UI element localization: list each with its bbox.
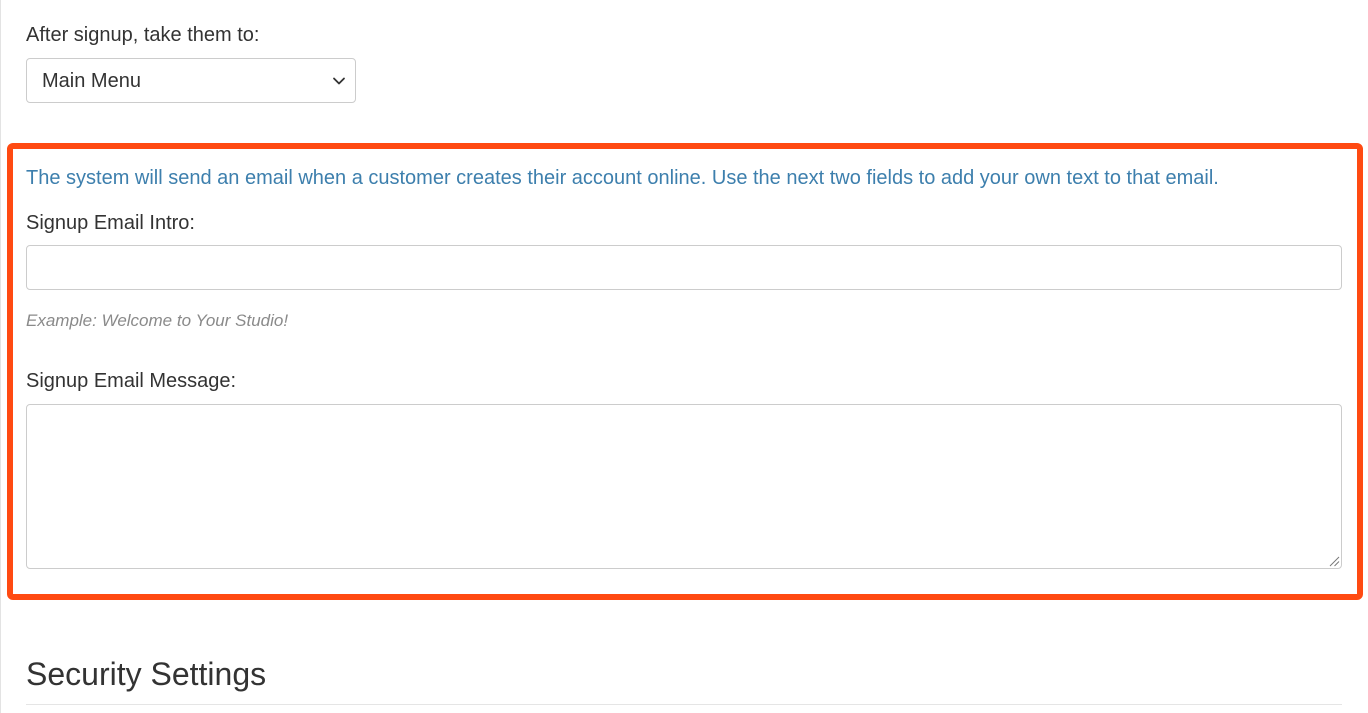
after-signup-selected-value: Main Menu	[42, 70, 141, 92]
signup-email-intro-help: Example: Welcome to Your Studio!	[26, 311, 289, 330]
signup-email-message-textarea[interactable]	[26, 404, 1342, 569]
resize-handle-icon[interactable]	[1327, 554, 1340, 567]
settings-page: After signup, take them to: Main Menu Th…	[0, 0, 1368, 713]
security-settings-heading: Security Settings	[26, 656, 267, 692]
signup-email-info-text: The system will send an email when a cus…	[26, 167, 1219, 189]
chevron-down-icon	[333, 77, 345, 85]
signup-email-intro-input[interactable]	[26, 245, 1342, 290]
after-signup-label: After signup, take them to:	[26, 24, 260, 46]
signup-email-intro-label: Signup Email Intro:	[26, 212, 195, 234]
signup-email-message-label: Signup Email Message:	[26, 370, 237, 392]
after-signup-select[interactable]: Main Menu	[26, 58, 356, 103]
section-divider	[26, 704, 1342, 705]
